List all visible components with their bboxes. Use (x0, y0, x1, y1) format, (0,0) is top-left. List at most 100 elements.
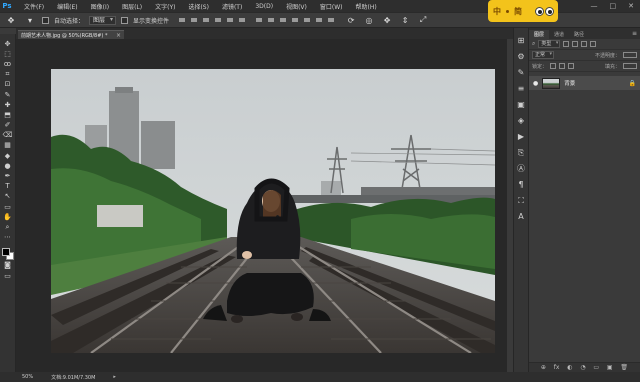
eraser-tool[interactable]: ⌫ (2, 132, 13, 140)
adjustment-layer-icon[interactable]: ◔ (580, 364, 585, 371)
panel-menu-icon[interactable]: ≡ (632, 30, 637, 37)
opacity-field[interactable] (623, 52, 637, 58)
distribute-right-icon[interactable] (315, 16, 323, 24)
filter-shape-icon[interactable] (590, 41, 597, 47)
menu-select[interactable]: 选择(S) (188, 2, 209, 11)
align-bottom-icon[interactable] (202, 16, 210, 24)
new-group-icon[interactable]: ▭ (593, 364, 599, 371)
actions-panel-icon[interactable]: ▶ (517, 132, 526, 141)
move-tool[interactable]: ✥ (2, 40, 13, 48)
minimize-button[interactable]: — (591, 2, 598, 10)
blend-mode-dropdown[interactable]: 正常 (532, 51, 555, 59)
menu-image[interactable]: 图像(I) (91, 2, 109, 11)
menu-layer[interactable]: 图层(L) (122, 2, 142, 11)
menu-help[interactable]: 帮助(H) (356, 2, 377, 11)
align-top-icon[interactable] (178, 16, 186, 24)
healing-brush-tool[interactable]: ✚ (2, 101, 13, 109)
3d-slide-icon[interactable]: ⇕ (398, 15, 412, 26)
align-vcenter-icon[interactable] (190, 16, 198, 24)
close-tab-icon[interactable]: × (116, 32, 121, 39)
layer-style-icon[interactable]: fx (554, 364, 560, 371)
menu-file[interactable]: 文件(F) (24, 2, 44, 11)
menu-view[interactable]: 视图(V) (286, 2, 307, 11)
adjustments-panel-icon[interactable]: ⚙ (517, 52, 526, 61)
tab-layers[interactable]: 图层 (529, 30, 550, 39)
dodge-tool[interactable]: ● (2, 162, 13, 170)
maximize-button[interactable]: □ (610, 2, 617, 10)
distribute-vcenter-icon[interactable] (267, 16, 275, 24)
align-hcenter-icon[interactable] (226, 16, 234, 24)
brush-tool[interactable]: ⬒ (2, 111, 13, 119)
lasso-tool[interactable]: ꝏ (2, 60, 13, 68)
hand-tool[interactable]: ✋ (2, 213, 13, 221)
delete-layer-icon[interactable]: 🗑 (620, 364, 628, 371)
crop-tool[interactable]: ⊡ (2, 81, 13, 89)
libraries-panel-icon[interactable]: ▣ (517, 100, 526, 109)
glyphs-panel-icon[interactable]: ⛶ (517, 196, 526, 205)
auto-align-icon[interactable] (327, 16, 335, 24)
new-layer-icon[interactable]: ▣ (607, 364, 613, 371)
document-tab[interactable]: 前期艺术人物.jpg @ 50%(RGB/8#) * × (18, 30, 124, 39)
eyedropper-tool[interactable]: ✎ (2, 91, 13, 99)
history-panel-icon[interactable]: ⊞ (517, 36, 526, 45)
3d-orbit-icon[interactable]: ⟳ (344, 15, 358, 26)
character-panel-icon[interactable]: Ⓐ (517, 164, 526, 173)
menu-3d[interactable]: 3D(D) (255, 3, 273, 10)
gradient-tool[interactable]: ▦ (2, 142, 13, 150)
visibility-eye-icon[interactable]: ● (533, 80, 538, 87)
tool-preset-picker[interactable]: ▾ (23, 15, 37, 26)
filter-pixel-icon[interactable] (563, 41, 570, 47)
menu-filter[interactable]: 滤镜(T) (222, 2, 242, 11)
document-photo[interactable] (51, 69, 495, 353)
screen-mode-icon[interactable]: ▭ (2, 272, 13, 280)
auto-select-checkbox[interactable] (42, 16, 49, 24)
color-swatches[interactable] (1, 247, 14, 260)
3d-roll-icon[interactable]: ◎ (362, 15, 376, 26)
layer-mask-icon[interactable]: ◐ (567, 364, 572, 371)
filter-type-icon[interactable] (581, 41, 588, 47)
distribute-left-icon[interactable] (291, 16, 299, 24)
zoom-level[interactable]: 50% (22, 374, 33, 380)
show-transform-checkbox[interactable] (121, 16, 129, 24)
blur-tool[interactable]: ◆ (2, 152, 13, 160)
lock-transparent-icon[interactable] (550, 63, 557, 69)
3d-scale-icon[interactable]: ⤢ (416, 15, 430, 26)
foreground-color[interactable] (1, 247, 10, 256)
align-right-icon[interactable] (238, 16, 246, 24)
paragraph-panel-icon[interactable]: ¶ (517, 180, 526, 189)
menu-window[interactable]: 窗口(W) (320, 2, 343, 11)
status-menu-arrow-icon[interactable]: ▸ (113, 374, 116, 380)
more-tools[interactable]: ⋯ (2, 234, 13, 242)
quick-mask-icon[interactable]: ◙ (2, 262, 13, 270)
filter-adjustment-icon[interactable] (572, 41, 579, 47)
quick-select-tool[interactable]: ⌗ (2, 71, 13, 79)
distribute-bottom-icon[interactable] (279, 16, 287, 24)
tab-channels[interactable]: 通道 (549, 30, 569, 39)
distribute-hcenter-icon[interactable] (303, 16, 311, 24)
type-tool[interactable]: T (2, 183, 13, 191)
lock-image-icon[interactable] (559, 63, 566, 69)
zoom-tool[interactable]: ⌕ (2, 223, 13, 231)
menu-edit[interactable]: 编辑(E) (57, 2, 77, 11)
pen-tool[interactable]: ✒ (2, 172, 13, 180)
clone-source-panel-icon[interactable]: ⎘ (517, 148, 526, 157)
path-selection-tool[interactable]: ↖ (2, 193, 13, 201)
brush-panel-icon[interactable]: ✎ (517, 68, 526, 77)
move-tool-icon[interactable]: ✥ (4, 15, 18, 26)
marquee-tool[interactable]: ⬚ (2, 50, 13, 58)
menu-type[interactable]: 文字(Y) (155, 2, 175, 11)
close-window-button[interactable]: ✕ (628, 2, 634, 10)
kind-filter-dropdown[interactable]: 类型 (538, 40, 561, 48)
auto-select-dropdown[interactable]: 图层 (89, 15, 117, 25)
3d-drag-icon[interactable]: ✥ (380, 15, 394, 26)
distribute-top-icon[interactable] (255, 16, 263, 24)
3d-panel-icon[interactable]: ◈ (517, 116, 526, 125)
align-left-icon[interactable] (214, 16, 222, 24)
fill-field[interactable] (623, 63, 637, 69)
properties-panel-icon[interactable]: ≡ (517, 84, 526, 93)
tab-paths[interactable]: 路径 (569, 30, 589, 39)
layer-row-background[interactable]: ● 背景 🔒 (529, 76, 640, 90)
lock-position-icon[interactable] (568, 63, 575, 69)
character-styles-icon[interactable]: A (517, 212, 526, 221)
canvas-area[interactable] (16, 39, 507, 372)
